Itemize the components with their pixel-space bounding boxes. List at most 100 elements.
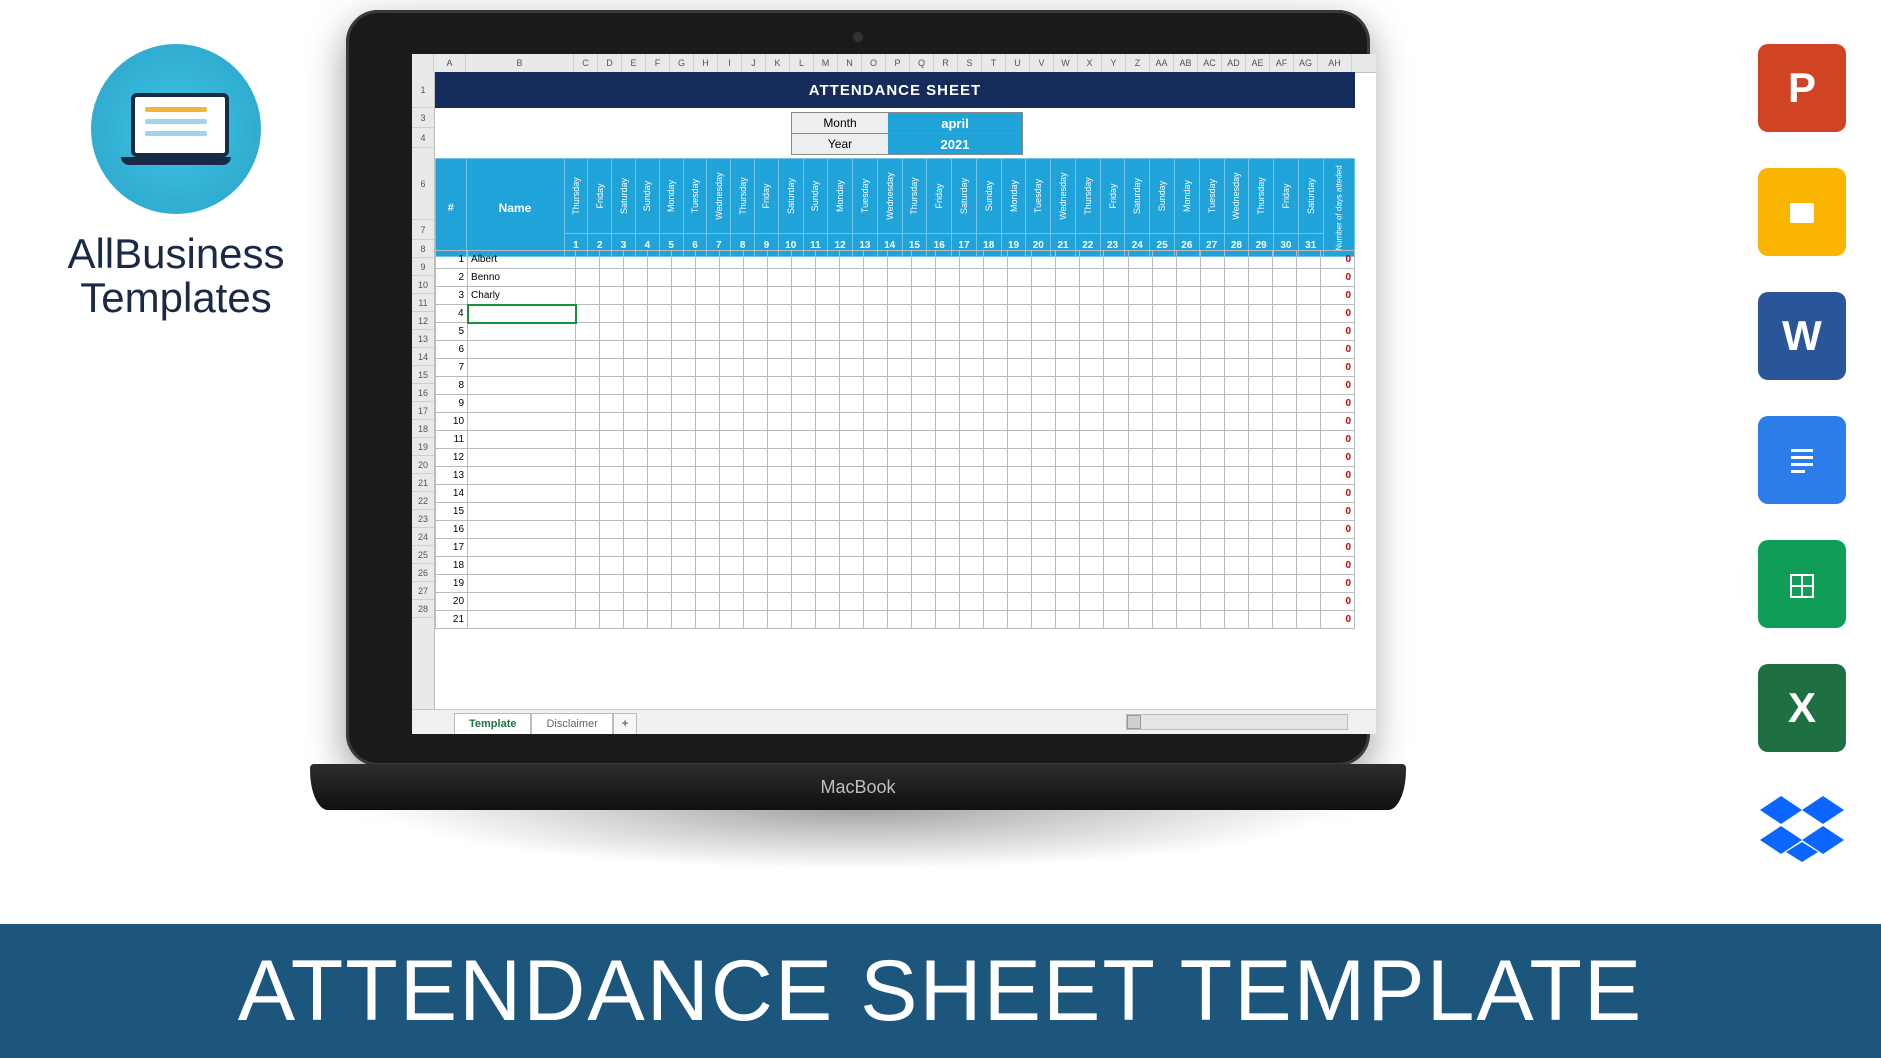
column-header[interactable]: Q — [910, 54, 934, 72]
attendance-cell[interactable] — [984, 323, 1008, 341]
attendance-cell[interactable] — [984, 269, 1008, 287]
row-header[interactable]: 28 — [412, 600, 434, 618]
attendance-cell[interactable] — [1104, 377, 1128, 395]
attendance-cell[interactable] — [576, 449, 600, 467]
attendance-cell[interactable] — [1248, 503, 1272, 521]
attendance-cell[interactable] — [1008, 359, 1032, 377]
column-header[interactable]: E — [622, 54, 646, 72]
attendance-cell[interactable] — [696, 539, 720, 557]
attendance-cell[interactable] — [648, 557, 672, 575]
attendance-cell[interactable] — [600, 305, 624, 323]
attendance-cell[interactable] — [792, 341, 816, 359]
attendance-cell[interactable] — [744, 611, 768, 629]
attendance-cell[interactable] — [576, 251, 600, 269]
attendance-cell[interactable] — [840, 521, 864, 539]
attendance-cell[interactable] — [1080, 539, 1104, 557]
attendance-cell[interactable] — [1152, 377, 1176, 395]
attendance-cell[interactable] — [1272, 593, 1296, 611]
attendance-cell[interactable] — [624, 251, 648, 269]
table-row[interactable]: 2 Benno 0 — [436, 269, 1355, 287]
attendance-cell[interactable] — [960, 431, 984, 449]
attendance-cell[interactable] — [1200, 323, 1224, 341]
attendance-cell[interactable] — [1104, 521, 1128, 539]
attendance-cell[interactable] — [864, 287, 888, 305]
attendance-cell[interactable] — [1008, 557, 1032, 575]
attendance-cell[interactable] — [984, 377, 1008, 395]
attendance-cell[interactable] — [744, 341, 768, 359]
attendance-cell[interactable] — [1152, 305, 1176, 323]
attendance-cell[interactable] — [672, 431, 696, 449]
attendance-cell[interactable] — [864, 467, 888, 485]
attendance-cell[interactable] — [960, 287, 984, 305]
attendance-cell[interactable] — [720, 269, 744, 287]
attendance-cell[interactable] — [792, 395, 816, 413]
attendance-cell[interactable] — [936, 557, 960, 575]
attendance-cell[interactable] — [816, 467, 840, 485]
attendance-cell[interactable] — [1008, 251, 1032, 269]
attendance-cell[interactable] — [1080, 269, 1104, 287]
attendance-cell[interactable] — [1248, 485, 1272, 503]
attendance-cell[interactable] — [1272, 395, 1296, 413]
attendance-cell[interactable] — [912, 305, 936, 323]
attendance-cell[interactable] — [888, 485, 912, 503]
attendance-cell[interactable] — [840, 557, 864, 575]
table-row[interactable]: 6 0 — [436, 341, 1355, 359]
attendance-cell[interactable] — [768, 359, 792, 377]
attendance-cell[interactable] — [912, 251, 936, 269]
attendance-cell[interactable] — [1008, 323, 1032, 341]
table-row[interactable]: 19 0 — [436, 575, 1355, 593]
attendance-cell[interactable] — [888, 611, 912, 629]
attendance-cell[interactable] — [1104, 413, 1128, 431]
attendance-cell[interactable] — [1104, 449, 1128, 467]
attendance-cell[interactable] — [1272, 539, 1296, 557]
attendance-cell[interactable] — [1224, 413, 1248, 431]
attendance-cell[interactable] — [1056, 251, 1080, 269]
attendance-cell[interactable] — [696, 413, 720, 431]
attendance-cell[interactable] — [1248, 323, 1272, 341]
attendance-cell[interactable] — [888, 251, 912, 269]
attendance-cell[interactable] — [720, 485, 744, 503]
attendance-cell[interactable] — [1128, 323, 1152, 341]
name-cell[interactable] — [468, 323, 576, 341]
attendance-cell[interactable] — [672, 485, 696, 503]
attendance-cell[interactable] — [888, 575, 912, 593]
attendance-cell[interactable] — [1056, 341, 1080, 359]
attendance-cell[interactable] — [1248, 395, 1272, 413]
attendance-cell[interactable] — [816, 449, 840, 467]
attendance-cell[interactable] — [888, 359, 912, 377]
attendance-cell[interactable] — [768, 269, 792, 287]
attendance-cell[interactable] — [1248, 341, 1272, 359]
attendance-cell[interactable] — [1296, 323, 1320, 341]
attendance-cell[interactable] — [840, 539, 864, 557]
attendance-cell[interactable] — [864, 593, 888, 611]
row-header[interactable]: 26 — [412, 564, 434, 582]
attendance-cell[interactable] — [648, 287, 672, 305]
attendance-cell[interactable] — [672, 287, 696, 305]
attendance-cell[interactable] — [864, 485, 888, 503]
attendance-cell[interactable] — [768, 377, 792, 395]
attendance-cell[interactable] — [1104, 269, 1128, 287]
attendance-cell[interactable] — [840, 251, 864, 269]
table-body[interactable]: 1 Albert 0 2 Benno 0 3 Charly 0 4 0 5 0 … — [435, 250, 1355, 629]
attendance-cell[interactable] — [1296, 395, 1320, 413]
attendance-cell[interactable] — [840, 467, 864, 485]
attendance-cell[interactable] — [600, 269, 624, 287]
attendance-cell[interactable] — [1272, 413, 1296, 431]
attendance-cell[interactable] — [1224, 575, 1248, 593]
attendance-cell[interactable] — [624, 377, 648, 395]
attendance-cell[interactable] — [720, 305, 744, 323]
name-cell[interactable] — [468, 485, 576, 503]
attendance-cell[interactable] — [960, 269, 984, 287]
attendance-cell[interactable] — [600, 593, 624, 611]
attendance-cell[interactable] — [1272, 305, 1296, 323]
attendance-cell[interactable] — [1296, 539, 1320, 557]
attendance-cell[interactable] — [1272, 323, 1296, 341]
attendance-cell[interactable] — [1080, 395, 1104, 413]
attendance-cell[interactable] — [936, 467, 960, 485]
attendance-cell[interactable] — [1248, 467, 1272, 485]
attendance-cell[interactable] — [912, 521, 936, 539]
attendance-cell[interactable] — [792, 539, 816, 557]
attendance-cell[interactable] — [1272, 557, 1296, 575]
attendance-cell[interactable] — [1080, 575, 1104, 593]
attendance-cell[interactable] — [816, 341, 840, 359]
